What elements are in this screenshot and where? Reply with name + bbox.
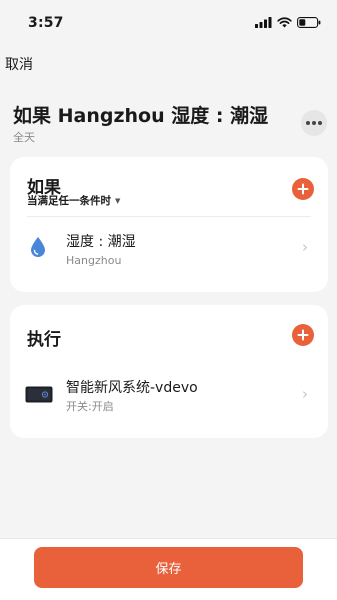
cancel-button[interactable]: 取消 [5,54,33,74]
save-button[interactable]: 保存 [34,547,303,588]
condition-mode-selector[interactable]: 当满足任一条件时 ▼ [27,193,120,208]
status-icons [255,16,321,28]
then-section-title: 执行 [27,330,61,350]
chevron-right-icon: › [302,385,308,403]
then-section-card: 执行 智能新风系统-vdevo 开关:开启 › [10,305,328,438]
wifi-icon [277,13,292,32]
if-section-card: 如果 当满足任一条件时 ▼ 湿度 : 潮湿 Hangzhou › [10,157,328,292]
action-list-item[interactable]: 智能新风系统-vdevo 开关:开启 › [10,365,328,425]
page-subtitle: 全天 [13,131,35,144]
plus-icon [297,183,309,195]
water-drop-icon [29,236,47,262]
plus-icon [297,329,309,341]
more-options-button[interactable] [301,110,327,136]
condition-location: Hangzhou [66,254,122,267]
air-purifier-device-icon [25,386,53,407]
add-action-button[interactable] [292,324,314,346]
add-condition-button[interactable] [292,178,314,200]
page-title: 如果 Hangzhou 湿度 : 潮湿 [13,105,269,127]
action-status: 开关:开启 [66,400,114,413]
condition-mode-label: 当满足任一条件时 [27,195,111,207]
more-icon-dot [312,121,316,125]
status-time: 3:57 [28,15,64,31]
chevron-right-icon: › [302,238,308,256]
save-button-label: 保存 [155,562,182,577]
more-icon [306,121,310,125]
chevron-down-icon: ▼ [115,196,121,205]
battery-icon [297,13,321,32]
action-title: 智能新风系统-vdevo [66,380,198,396]
status-bar: 3:57 [0,0,337,44]
more-icon-dot [318,121,322,125]
cellular-signal-icon [255,13,272,32]
condition-list-item[interactable]: 湿度 : 潮湿 Hangzhou › [10,217,328,283]
condition-title: 湿度 : 潮湿 [66,234,136,250]
